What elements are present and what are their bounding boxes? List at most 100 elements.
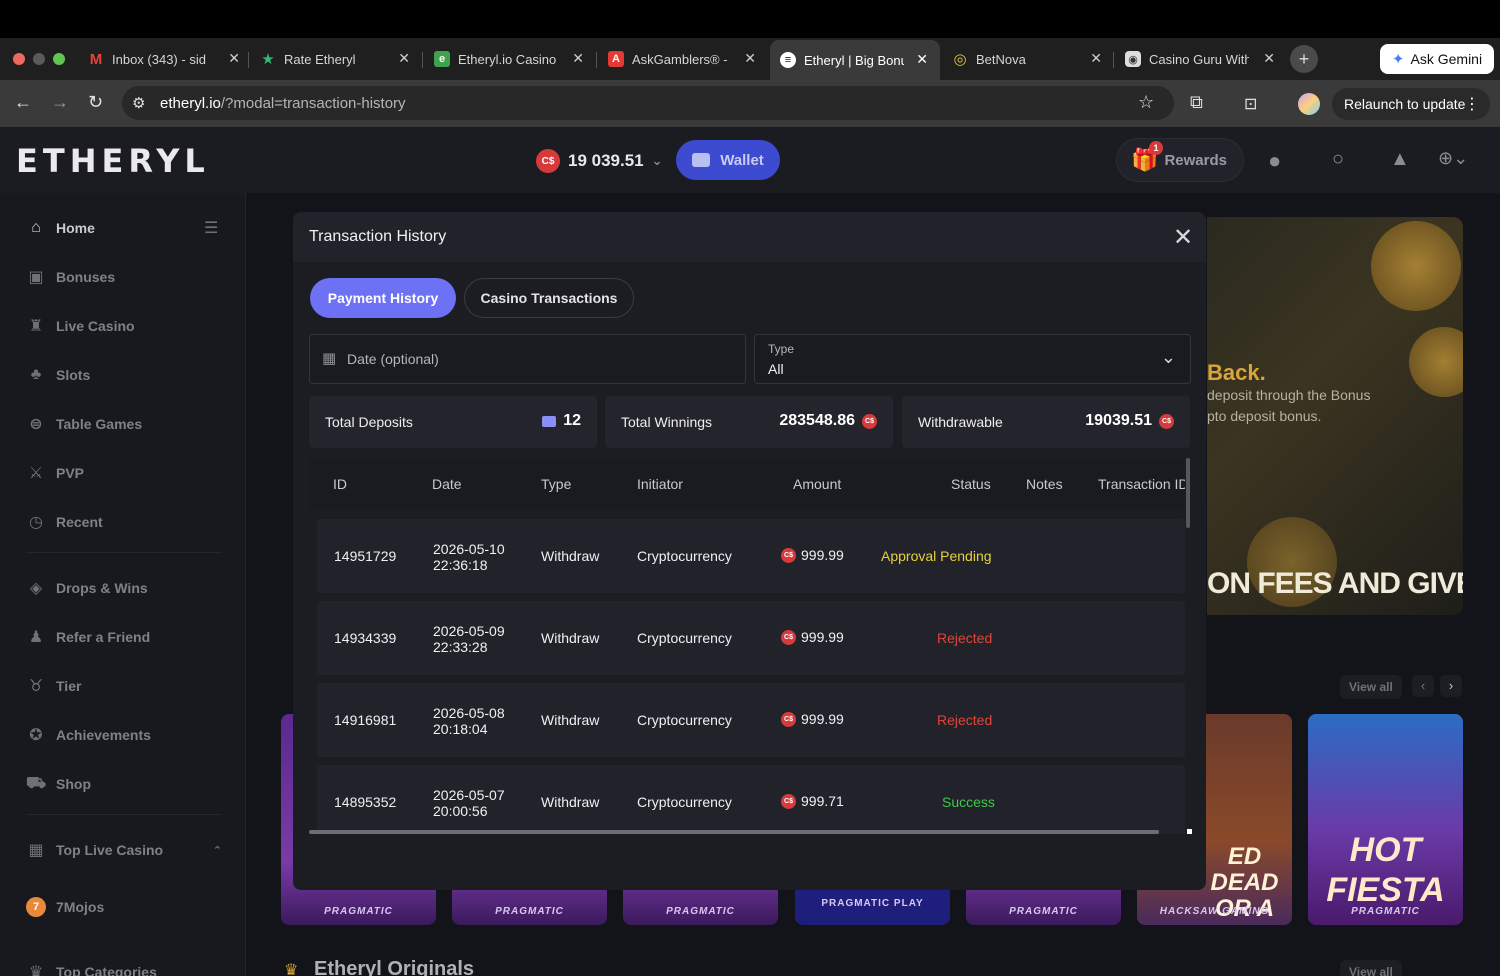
browser-tab-etheryl-casino[interactable]: e Etheryl.io Casino ✕ (434, 44, 584, 74)
tab-search-icon[interactable]: ⊡ (1244, 94, 1257, 114)
close-tab-icon[interactable]: ✕ (228, 50, 240, 67)
browser-tab-askgamblers[interactable]: A AskGamblers® - ✕ (608, 44, 756, 74)
table-row[interactable]: 14951729 2026-05-10 22:36:18 Withdraw Cry… (317, 519, 1185, 593)
game-provider: PRAGMATIC (324, 906, 393, 917)
tab-divider (422, 52, 423, 68)
stat-label: Total Winnings (621, 414, 713, 430)
close-tab-icon[interactable]: ✕ (1090, 50, 1102, 67)
balance-selector[interactable]: C$ 19 039.51 ⌄ (536, 146, 663, 176)
stat-value: 12 (542, 412, 581, 430)
sidebar-item-tier[interactable]: ♉ Tier (26, 674, 82, 698)
sidebar-item-bonuses[interactable]: ▣ Bonuses (26, 265, 115, 289)
browser-tab-gmail[interactable]: M Inbox (343) - sid ✕ (88, 44, 240, 74)
wallet-button[interactable]: Wallet (676, 140, 780, 180)
tab-title: Rate Etheryl (284, 51, 356, 67)
close-tab-icon[interactable]: ✕ (398, 50, 410, 67)
game-provider: PRAGMATIC (1351, 906, 1420, 917)
collapse-sidebar-icon[interactable]: ☰ (204, 218, 218, 238)
maximize-window-icon[interactable] (53, 53, 65, 65)
sidebar-item-shop[interactable]: ⛟ Shop (26, 772, 91, 796)
sidebar-item-label: Tier (56, 678, 82, 694)
sidebar-item-recent[interactable]: ◷ Recent (26, 510, 103, 534)
chevron-up-icon[interactable]: ⌃ (213, 844, 222, 857)
chevron-right-icon[interactable]: › (1440, 675, 1462, 697)
sidebar-item-7mojos[interactable]: 7 7Mojos (26, 895, 104, 919)
back-icon[interactable]: ← (14, 92, 32, 113)
site-settings-icon[interactable]: ⚙ (132, 94, 145, 112)
chevron-left-icon[interactable]: ‹ (1412, 675, 1434, 697)
sidebar-item-pvp[interactable]: ⚔ PVP (26, 461, 84, 485)
litecoin-icon (1409, 327, 1463, 397)
sidebar-item-drops-wins[interactable]: ◈ Drops & Wins (26, 576, 148, 600)
close-window-icon[interactable] (13, 53, 25, 65)
menu-dots-icon[interactable]: ⋮ (1464, 94, 1480, 114)
type-select[interactable]: Type All ⌄ (754, 334, 1191, 384)
transaction-history-modal: Transaction History ✕ Payment History Ca… (293, 212, 1206, 890)
medal-icon: ♉ (28, 678, 44, 695)
table-row[interactable]: 14916981 2026-05-08 20:18:04 Withdraw Cry… (317, 683, 1185, 757)
sidebar-item-slots[interactable]: ♣ Slots (26, 363, 90, 387)
date-filter-input[interactable]: ▦ Date (optional) (309, 334, 746, 384)
game-tile[interactable]: HOT FIESTA PRAGMATIC (1308, 714, 1463, 925)
close-tab-icon[interactable]: ✕ (744, 50, 756, 67)
close-tab-icon[interactable]: ✕ (572, 50, 584, 67)
crown-icon: ♛ (284, 962, 299, 976)
tab-divider (248, 52, 249, 68)
scroll-corner (1187, 829, 1192, 834)
view-all-button[interactable]: View all (1340, 960, 1402, 976)
minimize-window-icon[interactable] (33, 53, 45, 65)
game-provider: HACKSAW GAMING (1159, 906, 1270, 917)
user-icon[interactable]: ● (1268, 148, 1281, 174)
type-label: Type (768, 342, 795, 356)
sidebar-item-refer[interactable]: ♟ Refer a Friend (26, 625, 150, 649)
sidebar-item-live-casino[interactable]: ♜ Live Casino (26, 314, 135, 338)
forward-icon[interactable]: → (51, 92, 69, 113)
browser-tab-etheryl-active[interactable]: ≡ Etheryl | Big Bonu ✕ (770, 40, 940, 80)
close-icon[interactable]: ✕ (1173, 223, 1193, 252)
sidebar-item-top-categories[interactable]: ♛ Top Categories (26, 960, 222, 976)
star-icon: ★ (261, 51, 275, 68)
tab-casino-transactions[interactable]: Casino Transactions (464, 278, 634, 318)
cell-date: 2026-05-09 22:33:28 (433, 623, 505, 655)
horizontal-scrollbar[interactable] (309, 830, 1159, 834)
sidebar-item-home[interactable]: ⌂ Home (26, 216, 95, 240)
close-tab-icon[interactable]: ✕ (1263, 50, 1275, 67)
rewards-button[interactable]: 🎁 1 Rewards (1116, 138, 1244, 182)
table-row[interactable]: 14895352 2026-05-07 20:00:56 Withdraw Cry… (317, 765, 1185, 834)
tab-title: BetNova (976, 51, 1026, 67)
sidebar-item-top-live-casino[interactable]: ▦ Top Live Casino ⌃ (26, 838, 222, 862)
url-text[interactable]: etheryl.io/?modal=transaction-history (160, 95, 406, 112)
amount-text: 999.99 (801, 547, 844, 563)
relaunch-button[interactable]: Relaunch to update ⋮ (1332, 88, 1490, 120)
tab-payment-history[interactable]: Payment History (310, 278, 456, 318)
site-icon: e (434, 51, 450, 67)
sidebar-item-label: Top Categories (56, 964, 157, 976)
vertical-scrollbar[interactable] (1186, 458, 1190, 528)
site-logo[interactable]: ETHERYL (16, 142, 210, 180)
transactions-table[interactable]: ID Date Type Initiator Amount Status Not… (309, 458, 1185, 834)
ask-gemini-button[interactable]: ✦ Ask Gemini (1380, 44, 1494, 74)
promo-banner[interactable]: Back. deposit through the Bonus pto depos… (1207, 217, 1463, 615)
close-tab-icon[interactable]: ✕ (916, 51, 928, 68)
bell-icon[interactable]: ▲ (1390, 148, 1410, 171)
browser-tab-betnova[interactable]: ◎ BetNova ✕ (952, 44, 1102, 74)
view-all-button[interactable]: View all (1340, 675, 1402, 699)
sidebar-item-achievements[interactable]: ✪ Achievements (26, 723, 151, 747)
search-icon[interactable]: ○ (1332, 148, 1344, 171)
browser-tab-casino-guru[interactable]: ◉ Casino Guru With ✕ (1125, 44, 1275, 74)
tab-title: Etheryl.io Casino (458, 51, 557, 67)
game-title: HOT FIESTA (1326, 831, 1445, 909)
ethereum-coin-icon (1371, 221, 1461, 311)
bookmark-star-icon[interactable]: ☆ (1138, 92, 1154, 113)
table-row[interactable]: 14934339 2026-05-09 22:33:28 Withdraw Cry… (317, 601, 1185, 675)
new-tab-button[interactable]: + (1290, 45, 1318, 73)
reload-icon[interactable]: ↻ (88, 92, 103, 113)
extensions-icon[interactable]: ⧉ (1190, 92, 1203, 113)
sidebar-item-table-games[interactable]: ⊜ Table Games (26, 412, 142, 436)
browser-tab-rate-etheryl[interactable]: ★ Rate Etheryl ✕ (260, 44, 410, 74)
cell-date: 2026-05-07 20:00:56 (433, 787, 505, 819)
time-text: 20:18:04 (433, 721, 488, 737)
language-flag-icon[interactable]: ⊕⌄ (1438, 148, 1468, 169)
cell-date: 2026-05-10 22:36:18 (433, 541, 505, 573)
profile-avatar[interactable] (1298, 93, 1320, 115)
